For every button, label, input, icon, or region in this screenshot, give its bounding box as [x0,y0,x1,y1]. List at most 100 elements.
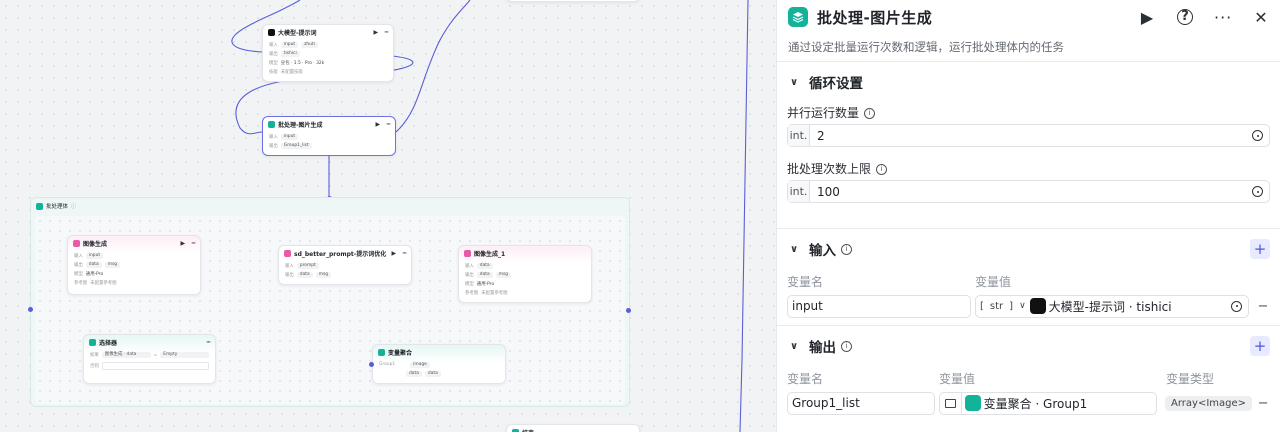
node-image-gen-1[interactable]: 图像生成_1 输入 data 输出 data msg 模型 通用-Pro 参考图 未配置参… [458,245,592,303]
row-label: 模型 [269,60,278,66]
row-label: 输出 [269,51,278,57]
run-icon[interactable]: ▶ [392,250,397,257]
node-sd-better-prompt[interactable]: sd_better_prompt-提示词优化 ▶ ··· 输入 prompt 输出 da… [278,245,412,285]
row-label: 输出 [74,262,83,268]
node-batch[interactable]: 批处理-图片生成 ▶ ··· 输入 input 输出 Group1_list [262,116,396,156]
more-icon[interactable]: ··· [386,121,391,128]
node-top-partial[interactable] [506,0,640,2]
col-header: 变量类型 [1166,371,1215,386]
add-input-button[interactable]: + [1250,239,1270,259]
cond-op[interactable]: = [154,353,158,358]
model-value: 通用-Pro [85,271,104,277]
node-bottom[interactable]: 结束 [506,424,640,432]
run-icon[interactable]: ▶ [1138,8,1156,27]
node-selector[interactable]: 选择器 ··· 如果 图像生成 · data = Empty 否则 [83,334,216,384]
row-label: 技能 [269,69,278,75]
remove-input-button[interactable]: − [1256,299,1270,314]
var-tag: tishici [280,50,300,57]
port-start[interactable] [28,307,33,312]
run-icon[interactable]: ▶ [374,29,379,36]
limit-label: 批处理次数上限 [787,162,872,176]
llm-icon [1029,298,1046,314]
aggregate-icon [378,349,385,356]
node-title: 图像生成 [83,241,108,248]
close-icon[interactable]: ✕ [1252,8,1270,27]
info-icon[interactable]: i [841,340,852,352]
help-icon[interactable]: ? [1176,9,1194,25]
row-label: 输入 [74,253,83,259]
row-label: 模型 [465,281,474,287]
var-tag: zhuti [301,41,318,48]
input-var-name-field[interactable]: input [787,294,971,318]
cond-right[interactable]: Empty [160,352,210,358]
node-title: 大模型-提示词 [278,30,317,37]
edge-right-line [739,0,749,432]
ref-value: 未配置参考图 [90,280,117,286]
llm-icon [268,29,275,36]
info-icon[interactable]: i [841,243,852,255]
selector-icon [89,339,96,346]
parallel-count-input[interactable]: int. 2 [787,124,1270,147]
section-title: 输出 [809,340,836,356]
port-agg-in[interactable] [369,362,374,367]
node-title: sd_better_prompt-提示词优化 [294,251,387,258]
output-var-name-field[interactable]: Group1_list [787,391,935,415]
var-name: input [792,299,823,313]
cond-left[interactable]: 图像生成 · data [101,352,151,358]
more-icon[interactable]: ··· [206,339,211,346]
chevron-down-icon[interactable]: ∨ [787,77,801,88]
col-header: 变量名 [787,274,824,289]
cond-left-text: 图像生成 · data [104,352,137,357]
type-selector[interactable]: [str] ∨ [976,301,1030,312]
chevron-down-icon[interactable]: ∨ [787,244,801,255]
run-icon[interactable]: ▶ [181,240,186,247]
more-icon[interactable]: ··· [1214,8,1232,27]
more-icon[interactable]: ··· [191,240,196,247]
group-label: Group1 [379,362,396,367]
add-output-button[interactable]: + [1250,336,1270,356]
node-title: 变量聚合 [388,350,413,357]
type-prefix: int. [788,181,810,202]
more-icon[interactable]: ··· [402,250,407,257]
node-var-aggregate[interactable]: 变量聚合 Group1 image data data [372,344,506,384]
if-label: 如果 [90,353,99,358]
info-icon[interactable]: i [864,107,876,119]
row-label: 输入 [285,263,294,269]
limit-value[interactable]: 100 [810,185,1252,199]
image-gen-icon [464,250,471,257]
var-tag: msg [315,271,332,278]
row-label: 输出 [465,272,474,278]
var-name: Group1_list [792,396,860,410]
parallel-value[interactable]: 2 [810,129,1252,143]
row-label: 参考图 [465,290,479,296]
variable-ref-icon[interactable] [1231,300,1242,312]
node-title: 图像生成_1 [474,251,506,258]
section-title: 输入 [809,243,836,259]
remove-output-button[interactable]: − [1256,396,1270,411]
run-icon[interactable]: ▶ [376,121,381,128]
edge-batch-out [395,0,471,133]
output-type-badge: Array<Image> [1165,395,1253,411]
row-label: 输入 [269,42,278,48]
batch-icon [788,7,808,27]
node-llm[interactable]: 大模型-提示词 ▶ ··· 输入 input zhuti 输出 tishici 模型 豆包 … [262,24,394,82]
workflow-canvas[interactable]: 大模型-提示词 ▶ ··· 输入 input zhuti 输出 tishici 模型 豆包 … [0,0,776,432]
variable-ref-icon[interactable] [1252,186,1263,197]
input-section: ∨ 输入 i + 变量名 变量值 input [str] ∨ 大模型-提示词 · tis… [777,228,1280,325]
output-var-value-field[interactable]: 变量聚合 · Group1 [938,391,1158,415]
batch-limit-input[interactable]: int. 100 [787,180,1270,203]
node-image-gen[interactable]: 图像生成 ▶ ··· 输入 input 输出 data msg 模型 通用-Pro 参考图未… [67,235,201,295]
panel-description: 通过设定批量运行次数和逻辑，运行批处理体内的任务 [788,40,1064,54]
var-tag: data [296,271,313,278]
col-header: 变量值 [939,371,976,386]
port-end[interactable] [626,308,631,313]
more-icon[interactable]: ··· [384,29,389,36]
chevron-down-icon[interactable]: ∨ [787,341,801,352]
var-tag: msg [495,271,512,278]
row-label: 输出 [269,143,278,149]
var-tag: input [85,252,104,259]
input-var-value-field[interactable]: [str] ∨ 大模型-提示词 · tishici [975,294,1249,318]
var-tag: input [280,41,299,48]
variable-ref-icon[interactable] [1252,130,1263,141]
info-icon[interactable]: i [876,163,888,175]
